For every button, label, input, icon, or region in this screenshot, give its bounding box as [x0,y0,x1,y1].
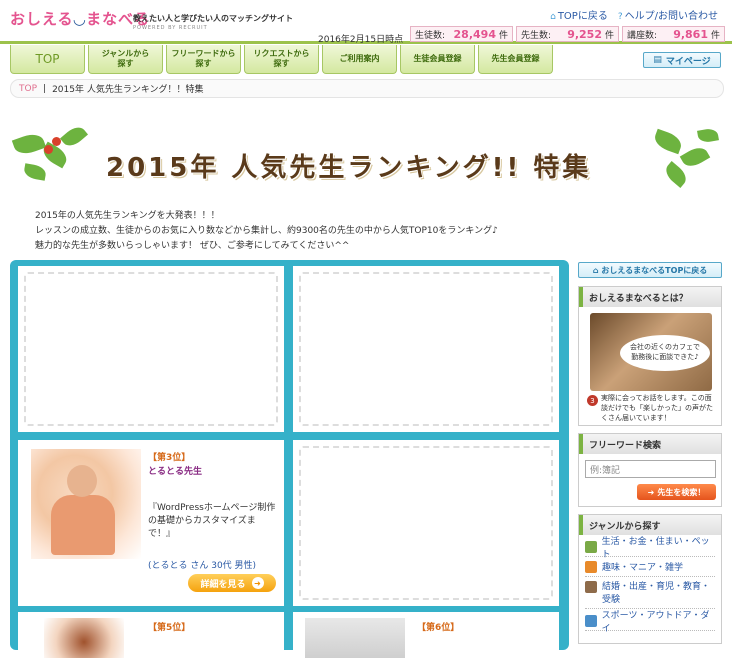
hobby-icon [585,560,597,573]
freeword-heading: フリーワード検索 [579,434,721,454]
freeword-panel: フリーワード検索 例:簿記 ➜ 先生を検索！ [578,433,722,507]
teacher-meta: (とるとる さん 30代 男性) [148,561,257,571]
leaf-decoration [59,123,89,150]
tagline: 教えたい人と学びたい人のマッチングサイト [133,14,293,23]
teacher-photo [31,449,141,559]
leaf-decoration [22,163,48,181]
rank-card-1[interactable] [18,266,284,432]
rank-card-6[interactable]: 【第6位】 [293,612,559,658]
genre-item[interactable]: スポーツ・アウトドア・ダイ [585,611,715,634]
course-title: 『WordPressホームページ制作の基礎からカスタマイズまで！』 [148,503,276,539]
home-icon: ⌂ [550,12,556,22]
berry-decoration [52,137,61,146]
back-to-top-button[interactable]: ⌂ おしえるまなべるTOPに戻る [578,262,722,278]
search-input[interactable]: 例:簿記 [585,460,716,478]
sports-icon [585,614,597,627]
genre-panel: ジャンルから探す 生活・お金・住まい・ペット 趣味・マニア・雑学 結婚・出産・育… [578,514,722,644]
breadcrumb: TOP | 2015年 人気先生ランキング！！特集 [10,79,724,98]
home-icon: ⌂ [592,265,599,275]
about-panel: おしえるまなべるとは？ 会社の近くのカフェで 勤務後に面談できた♪ 3 実際に会… [578,286,722,426]
sofa-icon [585,540,597,553]
logo-face: ◡ [73,10,87,28]
about-photo[interactable]: 会社の近くのカフェで 勤務後に面談できた♪ [590,313,712,391]
help-link[interactable]: ? ヘルプ/お問い合わせ [618,7,718,22]
about-heading: おしえるまなべるとは？ [579,287,721,307]
family-icon [585,581,597,593]
nav-student-register[interactable]: 生徒会員登録 [400,45,475,74]
nav-request[interactable]: リクエストから 探す [244,45,319,74]
about-bubble: 会社の近くのカフェで 勤務後に面談できた♪ [620,335,710,371]
leaf-decoration [11,130,47,158]
teacher-photo [305,618,405,658]
arrow-right-icon: ➜ [647,487,655,497]
step-number: 3 [587,395,598,406]
genre-item[interactable]: 結婚・出産・育児・教育・受験 [585,577,715,609]
banner-title: 2015年 人気先生ランキング!! 特集 [106,153,592,183]
arrow-right-icon: ➜ [251,577,264,589]
as-of-date: 2016年2月15日時点 [318,35,404,45]
rank-label: 【第5位】 [148,623,191,633]
genre-heading: ジャンルから探す [579,515,721,535]
berry-decoration [44,145,53,154]
breadcrumb-current: 2015年 人気先生ランキング！！特集 [52,85,204,95]
rank-card-3[interactable]: 【第3位】 とるとる先生 『WordPressホームページ制作の基礎からカスタマ… [18,440,284,606]
rank-card-4[interactable] [293,440,559,606]
genre-item[interactable]: 生活・お金・住まい・ペット [585,537,715,560]
search-button[interactable]: ➜ 先生を検索！ [637,484,716,500]
rank-label: 【第6位】 [417,623,460,633]
teacher-name[interactable]: とるとる先生 [148,464,202,477]
leaf-decoration [697,127,719,144]
stat-teachers: 先生数: 9,252 件 [516,26,619,42]
top-links: ⌂ TOPに戻る ? ヘルプ/お問い合わせ [550,7,718,22]
book-icon: ▤ [653,55,662,65]
rank-card-2[interactable] [293,266,559,432]
nav-freeword[interactable]: フリーワードから 探す [166,45,241,74]
genre-item[interactable]: 趣味・マニア・雑学 [585,557,715,577]
feature-banner: 2015年 人気先生ランキング!! 特集 [11,123,720,195]
rank-label: 【第3位】 [148,453,191,463]
ranking-area: 【第3位】 とるとる先生 『WordPressホームページ制作の基礎からカスタマ… [10,260,569,658]
about-text: 実際に会ってお話をします。この面談だけでも「楽しかった」の声がたくさん届いていま… [601,394,713,422]
nav-guide[interactable]: ご利用案内 [322,45,397,74]
teacher-photo [44,618,124,658]
stat-students: 生徒数: 28,494 件 [410,26,513,42]
nav-genre[interactable]: ジャンルから 探す [88,45,163,74]
nav-top[interactable]: TOP [10,45,85,74]
nav-teacher-register[interactable]: 先生会員登録 [478,45,553,74]
powered-by: POWERED BY RECRUIT [133,25,208,31]
site-header: おしえる◡まなべる 教えたい人と学びたい人のマッチングサイト POWERED B… [0,0,732,45]
breadcrumb-top[interactable]: TOP [19,84,37,94]
rank-card-5[interactable]: 【第5位】 [18,612,284,658]
detail-button[interactable]: 詳細を見る ➜ [188,574,276,592]
global-nav: TOP ジャンルから 探す フリーワードから 探す リクエストから 探す ご利用… [10,45,553,74]
help-icon: ? [617,12,623,22]
site-logo[interactable]: おしえる◡まなべる [10,8,150,29]
leaf-decoration [651,128,685,155]
stat-courses: 講座数: 9,861 件 [622,26,725,42]
intro-text: 2015年の人気先生ランキングを大発表！！！ レッスンの成立数、生徒からのお気に… [35,211,498,251]
top-link[interactable]: ⌂ TOPに戻る [550,7,608,22]
leaf-decoration [679,143,711,171]
stats-bar: 生徒数: 28,494 件 先生数: 9,252 件 講座数: 9,861 件 [410,26,725,42]
mypage-button[interactable]: ▤ マイページ [643,52,721,68]
